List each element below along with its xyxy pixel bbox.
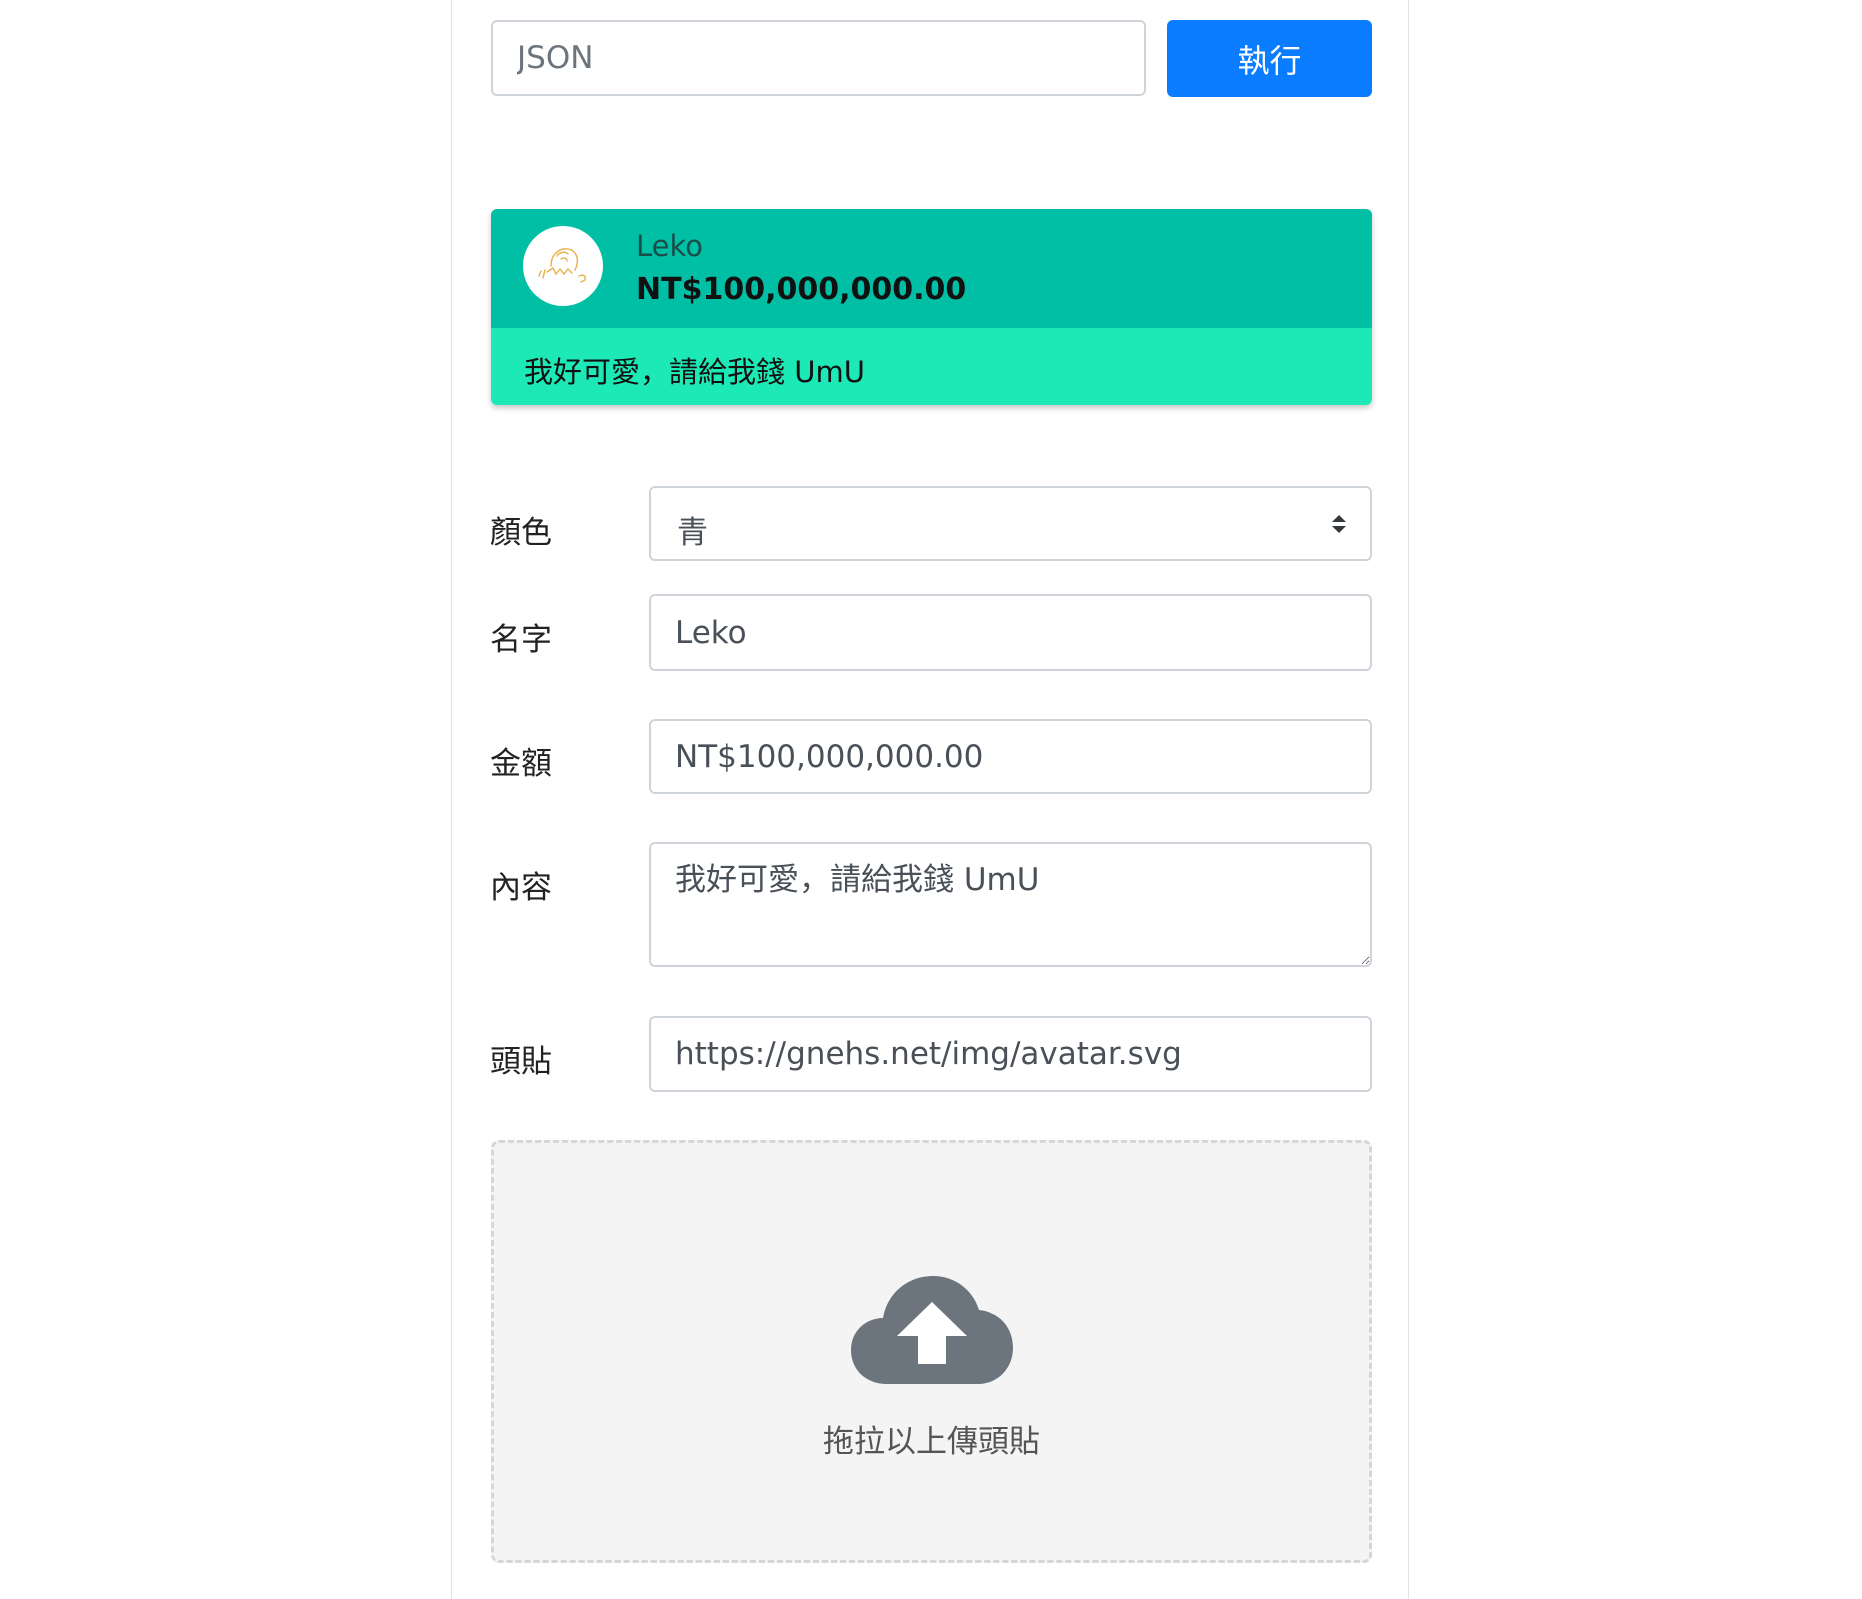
avatar-upload-dropzone[interactable]: 拖拉以上傳頭貼 <box>491 1140 1372 1563</box>
preview-header: Leko NT$100,000,000.00 <box>491 209 1372 328</box>
amount-label: 金額 <box>490 746 552 782</box>
run-button[interactable]: 執行 <box>1167 20 1372 97</box>
preview-amount: NT$100,000,000.00 <box>636 272 967 307</box>
main-column: 執行 Leko NT$100,000 <box>451 0 1409 1599</box>
preview-name: Leko <box>636 229 703 263</box>
preview-message-bar: 我好可愛，請給我錢 UmU <box>491 328 1372 405</box>
donation-preview-card: Leko NT$100,000,000.00 我好可愛，請給我錢 UmU <box>491 209 1372 405</box>
preview-message: 我好可愛，請給我錢 UmU <box>524 355 865 389</box>
avatar <box>523 226 603 306</box>
avatar-drawing-icon <box>538 248 586 283</box>
name-field[interactable] <box>649 594 1372 671</box>
color-select[interactable]: 青 <box>649 486 1372 561</box>
color-select-value: 青 <box>677 515 708 551</box>
select-arrows-icon <box>1332 515 1346 533</box>
content-label: 內容 <box>490 870 552 906</box>
avatar-label: 頭貼 <box>490 1044 552 1080</box>
cloud-upload-icon <box>851 1276 1013 1384</box>
name-label: 名字 <box>490 622 552 658</box>
upload-label: 拖拉以上傳頭貼 <box>823 1424 1040 1460</box>
color-label: 顏色 <box>490 515 552 551</box>
amount-field[interactable] <box>649 719 1372 794</box>
content-textarea[interactable]: 我好可愛，請給我錢 UmU <box>649 842 1372 967</box>
avatar-url-field[interactable] <box>649 1016 1372 1092</box>
json-input[interactable] <box>491 20 1146 96</box>
